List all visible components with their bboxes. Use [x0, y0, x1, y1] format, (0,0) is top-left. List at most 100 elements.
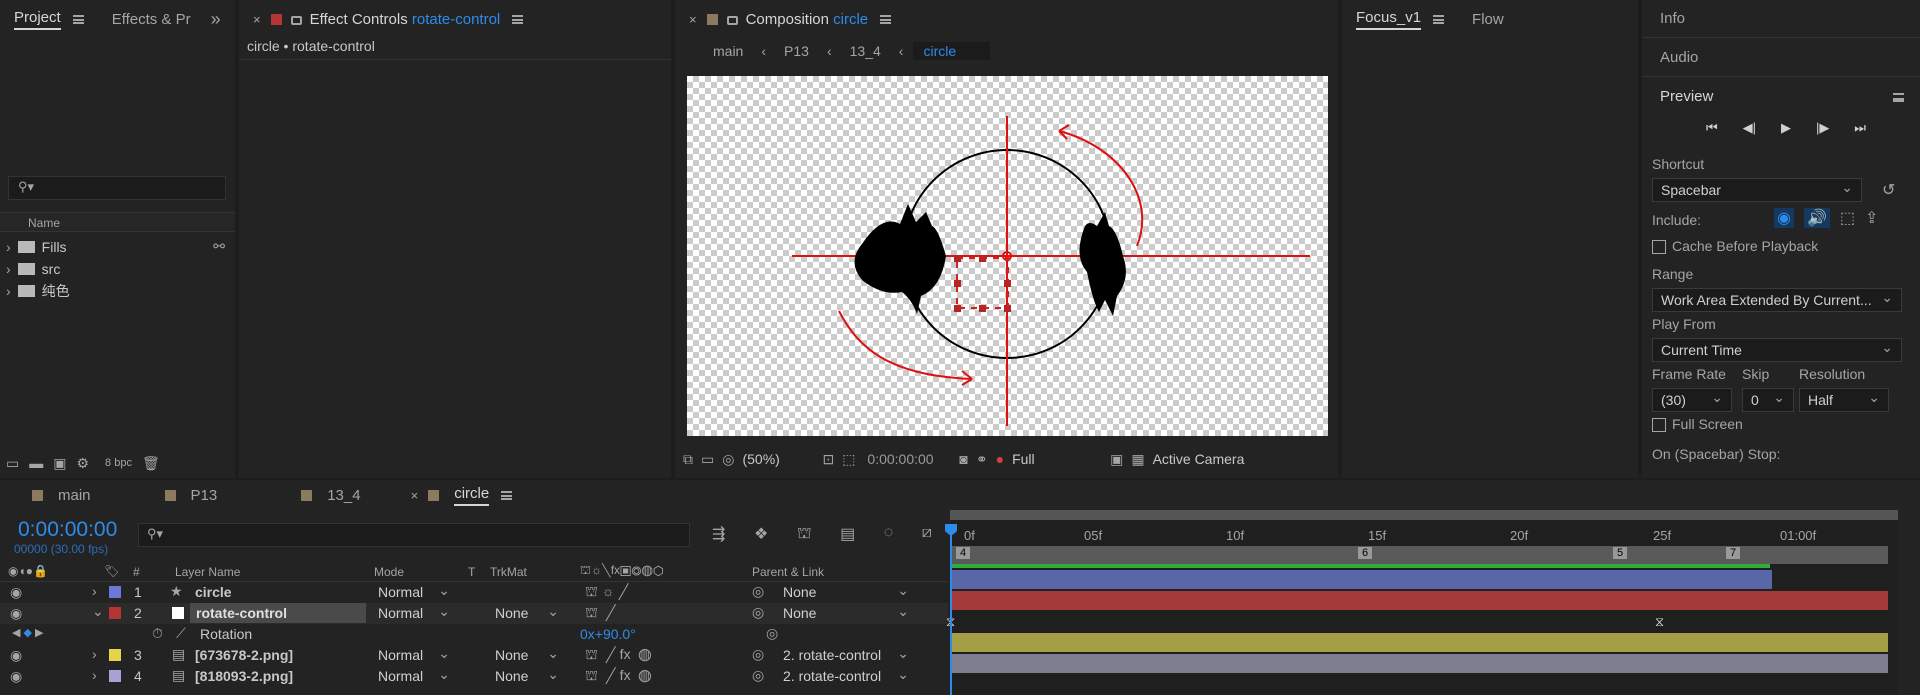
- table-row[interactable]: ◉ › 1 ★ circle Normal ⛫ ☼ ╱ ◎ None: [0, 582, 948, 603]
- audio-icon[interactable]: 🔊: [1803, 208, 1830, 228]
- menu-icon[interactable]: [501, 490, 513, 500]
- region-icon[interactable]: ⬚: [842, 451, 855, 468]
- new-composition-icon[interactable]: ▣: [53, 455, 66, 472]
- color-icon[interactable]: ●: [996, 451, 1004, 467]
- tab-13-4[interactable]: 13_4: [231, 476, 374, 514]
- table-row[interactable]: ◉ › 3 ▤ [673678-2.png] Normal None ⛫ ╱ f…: [0, 645, 948, 666]
- comp-viewer[interactable]: [687, 76, 1328, 436]
- layer-bar-rotate-control[interactable]: [950, 591, 1888, 610]
- menu-icon[interactable]: [512, 14, 524, 24]
- tab-focus[interactable]: Focus_v1: [1342, 0, 1458, 38]
- new-folder-icon[interactable]: ▬: [29, 455, 43, 471]
- info-section[interactable]: Info: [1642, 0, 1920, 38]
- parent-select[interactable]: None: [775, 582, 917, 602]
- eye-icon[interactable]: ◉: [10, 605, 22, 622]
- breadcrumb-p13[interactable]: P13: [784, 43, 809, 59]
- resolution-select[interactable]: Half: [1799, 388, 1889, 412]
- menu-icon[interactable]: [880, 14, 892, 24]
- flowchart-icon[interactable]: ⚯: [213, 238, 225, 255]
- shy-switch-icon[interactable]: ⛫ ╱ fx ◍: [585, 667, 651, 686]
- reset-icon[interactable]: ↺: [1882, 180, 1895, 200]
- cache-checkbox[interactable]: Cache Before Playback: [1652, 238, 1818, 255]
- layer-name[interactable]: [818093-2.png]: [195, 668, 293, 684]
- tab-composition[interactable]: × Composition circle: [675, 0, 905, 38]
- full-screen-checkbox[interactable]: Full Screen: [1652, 416, 1743, 433]
- audio-section[interactable]: Audio: [1642, 39, 1920, 77]
- chevron-right-icon[interactable]: ›: [6, 261, 11, 277]
- trash-icon[interactable]: 🗑: [142, 455, 160, 472]
- eye-icon[interactable]: ◉: [10, 584, 22, 601]
- chevron-right-icon[interactable]: ›: [92, 646, 97, 662]
- pickwhip-icon[interactable]: ◎: [752, 583, 764, 600]
- draft-3d-icon[interactable]: ❖: [754, 524, 768, 544]
- range-select[interactable]: Work Area Extended By Current...: [1652, 288, 1902, 312]
- tab-effect-controls[interactable]: × Effect Controls rotate-control: [239, 0, 537, 38]
- trkmat-select[interactable]: None: [487, 645, 567, 665]
- tab-circle[interactable]: × circle: [375, 476, 527, 514]
- project-settings-icon[interactable]: ⚙: [76, 455, 89, 472]
- list-item[interactable]: › Fills ⚯: [0, 236, 235, 257]
- keyframe-end[interactable]: ⧖: [1655, 614, 1664, 630]
- marker[interactable]: 4: [956, 547, 971, 559]
- skip-select[interactable]: 0: [1742, 388, 1794, 412]
- play-icon[interactable]: ▶: [1781, 120, 1791, 140]
- camera-icon[interactable]: ◙: [959, 451, 967, 467]
- stopwatch-icon[interactable]: ⏱: [152, 625, 163, 642]
- chevron-right-icon[interactable]: ›: [92, 583, 97, 599]
- mode-select[interactable]: Normal: [370, 603, 458, 623]
- lock-icon[interactable]: [290, 15, 302, 25]
- menu-icon[interactable]: [1433, 14, 1445, 24]
- tab-main[interactable]: main: [0, 476, 105, 514]
- table-row[interactable]: ◉ ⌄ 2 rotate-control Normal None ⛫ ╱ ◎ N…: [0, 603, 948, 624]
- checkbox-icon[interactable]: [1652, 418, 1666, 433]
- tab-effects-presets[interactable]: Effects & Pr: [98, 0, 205, 38]
- keyframe-nav-icon[interactable]: ◀ ◆ ▶: [12, 626, 44, 639]
- menu-icon[interactable]: [1893, 93, 1904, 102]
- prev-frame-icon[interactable]: ◀|: [1743, 120, 1756, 140]
- close-icon[interactable]: ×: [411, 488, 419, 503]
- fast-preview-icon[interactable]: ▣: [1110, 451, 1123, 468]
- pickwhip-icon[interactable]: ◎: [752, 604, 764, 621]
- property-value[interactable]: 0x+90.0°: [580, 626, 636, 642]
- label-color[interactable]: [109, 607, 121, 619]
- tab-project[interactable]: Project: [0, 0, 98, 38]
- resolution-select[interactable]: Full: [1012, 451, 1102, 467]
- time-ruler[interactable]: 0f 05f 10f 15f 20f 25f 01:00f: [950, 524, 1898, 546]
- search-input[interactable]: ⚲▾: [8, 176, 226, 200]
- eye-icon[interactable]: ◉: [10, 647, 22, 664]
- mode-select[interactable]: Normal: [370, 582, 458, 602]
- layer-name[interactable]: [673678-2.png]: [195, 647, 293, 663]
- bpc-label[interactable]: 8 bpc: [105, 457, 132, 469]
- chevron-right-icon[interactable]: ›: [6, 283, 11, 299]
- bounds-handles[interactable]: [954, 255, 1011, 312]
- pickwhip-icon[interactable]: ◎: [752, 646, 764, 663]
- marker[interactable]: 6: [1358, 547, 1373, 559]
- transparency-grid-icon[interactable]: ▦: [1131, 451, 1144, 468]
- marker[interactable]: 5: [1613, 547, 1628, 559]
- marker[interactable]: 7: [1726, 547, 1741, 559]
- fit-icon[interactable]: ⊡: [822, 451, 834, 468]
- pickwhip-icon[interactable]: ◎: [766, 625, 778, 642]
- menu-icon[interactable]: [72, 14, 84, 24]
- video-icon[interactable]: ◉: [1774, 208, 1794, 228]
- pickwhip-icon[interactable]: ◎: [752, 667, 764, 684]
- layer-bar-673678[interactable]: [950, 633, 1888, 652]
- layer-bar-818093[interactable]: [950, 654, 1888, 673]
- overlay-icon[interactable]: ⬚: [1840, 208, 1855, 228]
- tab-flow[interactable]: Flow: [1458, 0, 1518, 38]
- layer-bounds[interactable]: [956, 257, 1009, 309]
- more-tabs-icon[interactable]: »: [205, 0, 227, 38]
- list-item[interactable]: › src: [0, 258, 60, 279]
- time-navigator[interactable]: [950, 510, 1898, 520]
- chevron-right-icon[interactable]: ›: [6, 239, 11, 255]
- graph-editor-icon[interactable]: ⧄: [922, 524, 932, 544]
- shy-switch-icon[interactable]: ⛫ ╱: [585, 604, 616, 623]
- parent-select[interactable]: 2. rotate-control: [775, 666, 917, 686]
- export-icon[interactable]: ⇪: [1865, 208, 1878, 228]
- tab-p13[interactable]: P13: [105, 476, 232, 514]
- frame-rate-select[interactable]: (30): [1652, 388, 1732, 412]
- monitor-icon[interactable]: ▭: [701, 451, 714, 468]
- parent-select[interactable]: 2. rotate-control: [775, 645, 917, 665]
- checkbox-icon[interactable]: [1652, 240, 1666, 255]
- graph-icon[interactable]: ⟋: [176, 625, 186, 642]
